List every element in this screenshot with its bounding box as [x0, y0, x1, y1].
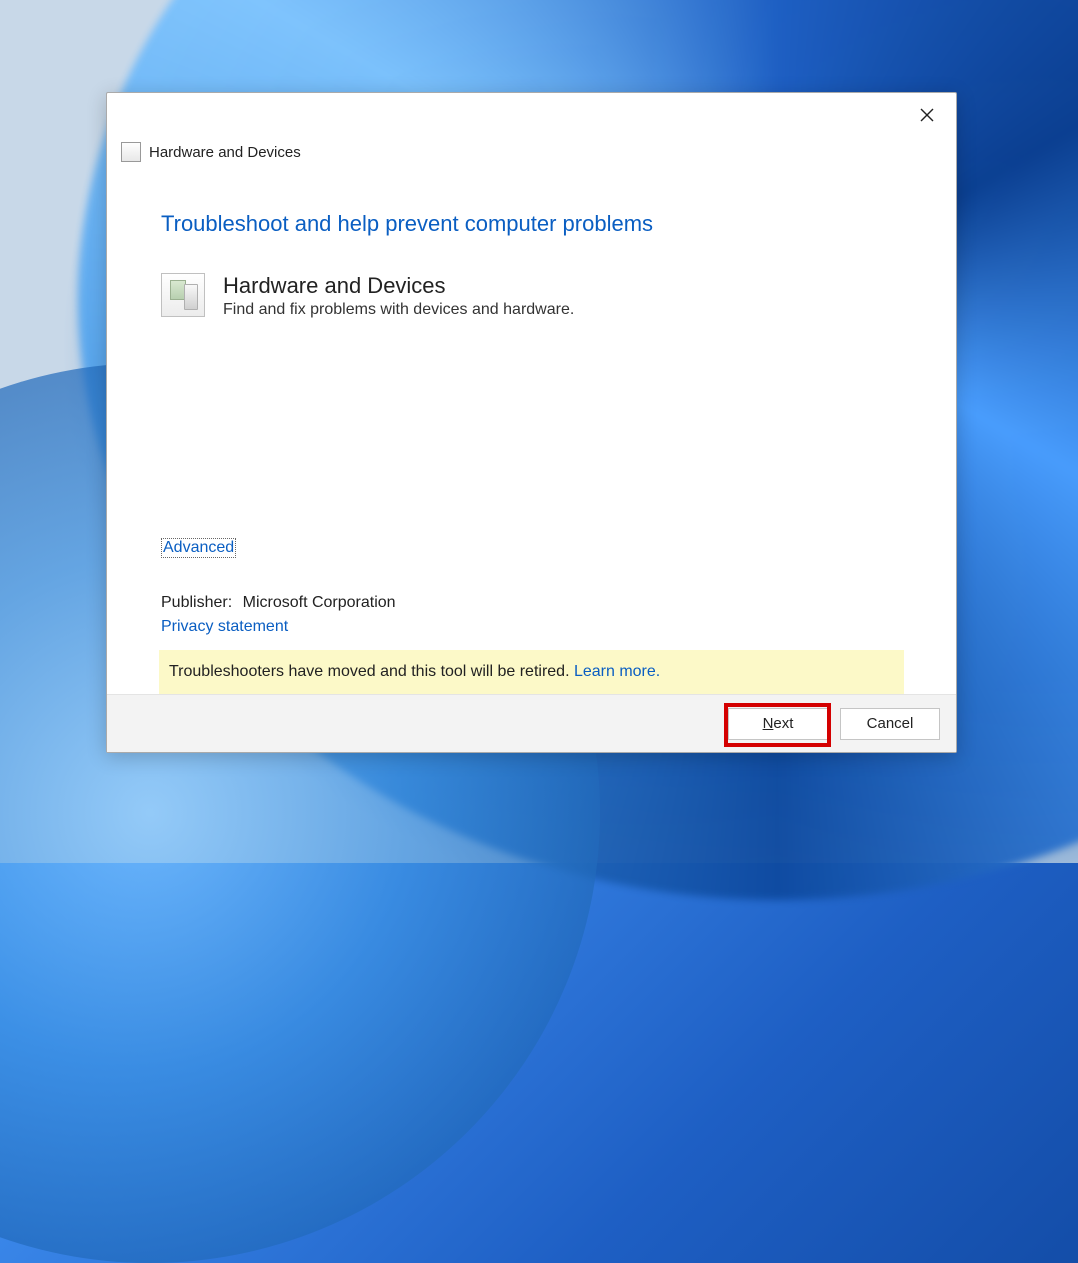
learn-more-link[interactable]: Learn more.: [574, 663, 660, 680]
troubleshooter-item-text: Hardware and Devices Find and fix proble…: [223, 273, 574, 319]
page-heading: Troubleshoot and help prevent computer p…: [161, 211, 902, 237]
dialog-header: Hardware and Devices: [107, 137, 956, 167]
publisher-label: Publisher:: [161, 594, 232, 611]
troubleshooter-dialog: Hardware and Devices Troubleshoot and he…: [106, 92, 957, 753]
publisher-row: Publisher: Microsoft Corporation: [161, 594, 902, 612]
content-spacer: [161, 319, 902, 538]
troubleshooter-item: Hardware and Devices Find and fix proble…: [161, 273, 902, 319]
troubleshooter-icon: [121, 142, 141, 162]
dialog-content: Troubleshoot and help prevent computer p…: [107, 167, 956, 694]
next-button-accelerator: N: [763, 715, 774, 732]
advanced-link[interactable]: Advanced: [161, 538, 236, 558]
cancel-button[interactable]: Cancel: [840, 708, 940, 740]
deprecation-notice: Troubleshooters have moved and this tool…: [159, 650, 904, 694]
close-icon: [920, 108, 934, 122]
dialog-title: Hardware and Devices: [149, 144, 301, 161]
troubleshooter-item-title: Hardware and Devices: [223, 273, 574, 299]
next-button-label-rest: ext: [773, 715, 793, 732]
title-bar: [107, 93, 956, 137]
privacy-statement-link[interactable]: Privacy statement: [161, 618, 902, 636]
next-button[interactable]: Next: [728, 708, 828, 740]
publisher-value: Microsoft Corporation: [243, 594, 396, 611]
close-button[interactable]: [904, 99, 950, 131]
dialog-button-row: Next Cancel: [107, 694, 956, 752]
troubleshooter-item-subtitle: Find and fix problems with devices and h…: [223, 301, 574, 319]
notice-text: Troubleshooters have moved and this tool…: [169, 663, 574, 680]
hardware-devices-icon: [161, 273, 205, 317]
